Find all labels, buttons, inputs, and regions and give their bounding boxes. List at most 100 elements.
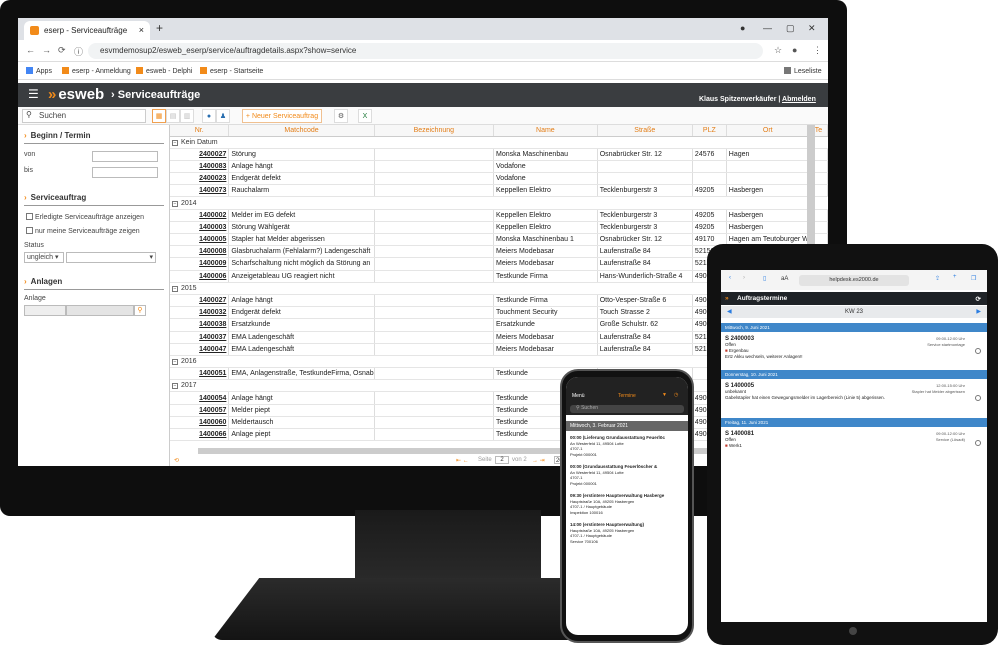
clock-icon[interactable]: ◷ bbox=[674, 392, 678, 398]
collapse-icon[interactable]: − bbox=[172, 139, 178, 146]
table-row[interactable]: 1400003 Störung Wählgerät Keppellen Elektr… bbox=[170, 221, 828, 235]
column-header[interactable]: Matchcode bbox=[228, 125, 375, 137]
column-header[interactable]: Ort bbox=[726, 125, 810, 137]
list-view-icon[interactable]: ▤ bbox=[166, 109, 180, 123]
search-input[interactable]: ⚲ Suchen bbox=[22, 109, 146, 123]
reading-list[interactable]: Leseliste bbox=[784, 67, 822, 75]
group-row[interactable]: −2014 bbox=[170, 196, 828, 210]
collapse-icon[interactable]: − bbox=[172, 383, 178, 390]
phone-search-input[interactable]: ⚲ Suchen bbox=[570, 405, 684, 413]
new-tab-button[interactable]: + bbox=[156, 21, 163, 35]
phone-appointment[interactable]: 00:00 (Lieferung Grundausstattung Feuerl… bbox=[570, 435, 684, 457]
phone-appointment[interactable]: 00:00 (Grundausstattung Feuerlöscher & An… bbox=[570, 464, 684, 486]
phone-appointment[interactable]: 14:00 (erstintere Hauptverwaltung) Haupts… bbox=[570, 522, 684, 544]
first-page-icon[interactable]: ⇤ ← bbox=[456, 457, 469, 464]
column-header[interactable]: Name bbox=[493, 125, 598, 137]
status-operator-select[interactable]: ungleich ▾ bbox=[24, 252, 64, 263]
prev-week-icon[interactable]: ◀ bbox=[727, 306, 732, 318]
order-number-link[interactable]: 1400038 bbox=[170, 318, 230, 332]
sidebar-icon[interactable]: ▯ bbox=[763, 275, 766, 282]
share-icon[interactable]: ⇪ bbox=[935, 275, 940, 282]
back-icon[interactable]: ‹ bbox=[729, 275, 731, 281]
excel-export-icon[interactable]: X bbox=[358, 109, 372, 123]
order-number-link[interactable]: 1400009 bbox=[170, 257, 230, 271]
column-header[interactable]: PLZ bbox=[692, 125, 727, 137]
close-window-icon[interactable]: ✕ bbox=[808, 23, 816, 34]
table-row[interactable]: 1400073 Rauchalarm Keppellen Elektro Teckle… bbox=[170, 184, 828, 198]
tablet-url-field[interactable]: helpdesk.es2000.de bbox=[799, 275, 909, 286]
hamburger-menu-icon[interactable]: ☰ bbox=[28, 87, 39, 101]
collapse-icon[interactable]: − bbox=[172, 200, 178, 207]
collapse-icon[interactable]: − bbox=[172, 285, 178, 292]
select-radio[interactable] bbox=[975, 395, 981, 401]
column-header[interactable]: Bezeichnung bbox=[374, 125, 495, 137]
order-number-link[interactable]: 1400006 bbox=[170, 270, 230, 283]
order-number-link[interactable]: 1400057 bbox=[170, 404, 230, 417]
last-page-icon[interactable]: → ⇥ bbox=[532, 457, 545, 464]
url-field[interactable]: esvmdemosup2/esweb_eserp/service/auftrag… bbox=[88, 43, 763, 59]
page-input[interactable]: 2 bbox=[495, 456, 509, 464]
anlage-name-input[interactable] bbox=[66, 305, 134, 316]
bookmark-eserp-startseite[interactable]: eserp - Startseite bbox=[200, 67, 263, 75]
profile-icon[interactable]: ● bbox=[740, 23, 745, 33]
reader-icon[interactable]: aA bbox=[781, 276, 788, 282]
forward-icon[interactable]: › bbox=[743, 275, 745, 281]
status-value-select[interactable]: ▾ bbox=[66, 252, 156, 263]
close-tab-icon[interactable]: × bbox=[139, 25, 144, 35]
order-number-link[interactable]: 1400051 bbox=[170, 367, 230, 381]
tablet-appointment[interactable]: S 1400005 unbekannt Gabelstapler hat einen… bbox=[725, 383, 965, 401]
bookmark-eserp-anmeldung[interactable]: eserp - Anmeldung bbox=[62, 67, 131, 75]
grid-view-icon[interactable]: ▦ bbox=[152, 109, 166, 123]
order-number-link[interactable]: 1400060 bbox=[170, 416, 230, 430]
users-icon[interactable]: ● bbox=[202, 109, 216, 123]
order-number-link[interactable]: 1400032 bbox=[170, 306, 230, 320]
table-row[interactable]: 1400002 Melder im EG defekt Keppellen Elek… bbox=[170, 209, 828, 222]
reload-icon[interactable]: ⟳ bbox=[58, 45, 66, 56]
logout-link[interactable]: Abmelden bbox=[782, 96, 816, 103]
minimize-icon[interactable]: — bbox=[763, 23, 772, 33]
select-radio[interactable] bbox=[975, 348, 981, 354]
detail-view-icon[interactable]: ▥ bbox=[180, 109, 194, 123]
filter-icon[interactable]: ▼ bbox=[662, 392, 667, 398]
forward-icon[interactable]: → bbox=[42, 45, 51, 55]
order-number-link[interactable]: 1400003 bbox=[170, 221, 230, 235]
order-number-link[interactable]: 1400066 bbox=[170, 428, 230, 442]
show-completed-checkbox[interactable]: Erledigte Serviceaufträge anzeigen bbox=[26, 213, 144, 221]
refresh-icon[interactable]: ⟳ bbox=[976, 295, 981, 303]
anlage-search-icon[interactable]: ⚲ bbox=[134, 305, 146, 316]
order-number-link[interactable]: 1400047 bbox=[170, 343, 230, 356]
back-icon[interactable]: ← bbox=[26, 45, 35, 55]
user-icon[interactable]: ♟ bbox=[216, 109, 230, 123]
collapse-icon[interactable]: − bbox=[172, 358, 178, 365]
table-row[interactable]: 1400083 Anlage hängt Vodafone bbox=[170, 160, 828, 174]
column-header[interactable]: Straße bbox=[597, 125, 693, 137]
von-date-input[interactable] bbox=[92, 151, 158, 162]
bookmark-esweb-delphi[interactable]: esweb - Delphi bbox=[136, 67, 192, 75]
order-number-link[interactable]: 1400073 bbox=[170, 184, 230, 198]
refresh-icon[interactable]: ⟲ bbox=[174, 457, 179, 464]
order-number-link[interactable]: 1400083 bbox=[170, 160, 230, 174]
browser-tab[interactable]: eserp - Serviceaufträge × bbox=[24, 21, 150, 40]
order-number-link[interactable]: 2400023 bbox=[170, 172, 230, 186]
table-row[interactable]: 2400023 Endgerät defekt Vodafone bbox=[170, 172, 828, 186]
settings-columns-icon[interactable]: ⚙ bbox=[334, 109, 348, 123]
menu-dots-icon[interactable]: ⋮ bbox=[813, 45, 822, 56]
bis-date-input[interactable] bbox=[92, 167, 158, 178]
column-header[interactable]: Nr. bbox=[170, 125, 230, 137]
order-number-link[interactable]: 1400008 bbox=[170, 245, 230, 259]
select-radio[interactable] bbox=[975, 440, 981, 446]
phone-menu-button[interactable]: Menü bbox=[572, 393, 585, 399]
phone-appointment[interactable]: 09:30 (erstintere Hauptverwaltung Hasber… bbox=[570, 493, 684, 515]
new-tab-icon[interactable]: + bbox=[953, 274, 957, 280]
only-mine-checkbox[interactable]: nur meine Serviceaufträge zeigen bbox=[26, 227, 140, 235]
order-number-link[interactable]: 2400027 bbox=[170, 148, 230, 161]
order-number-link[interactable]: 1400027 bbox=[170, 294, 230, 308]
tablet-appointment[interactable]: S 2400003 Offen ■ Ergenbau Ertz Akku wechse… bbox=[725, 336, 965, 360]
bookmark-star-icon[interactable]: ☆ bbox=[774, 45, 782, 56]
bookmark-apps[interactable]: Apps bbox=[26, 67, 52, 75]
order-number-link[interactable]: 1400037 bbox=[170, 331, 230, 344]
tablet-home-button[interactable] bbox=[849, 627, 857, 635]
table-row[interactable]: 2400027 Störung Monska Maschinenbau Osnabrü… bbox=[170, 148, 828, 161]
tablet-appointment[interactable]: S 1400081 Offen ■ Werk1 09:00-12:00 Uhr Serv… bbox=[725, 431, 965, 449]
esweb-logo[interactable]: » esweb bbox=[48, 86, 104, 103]
